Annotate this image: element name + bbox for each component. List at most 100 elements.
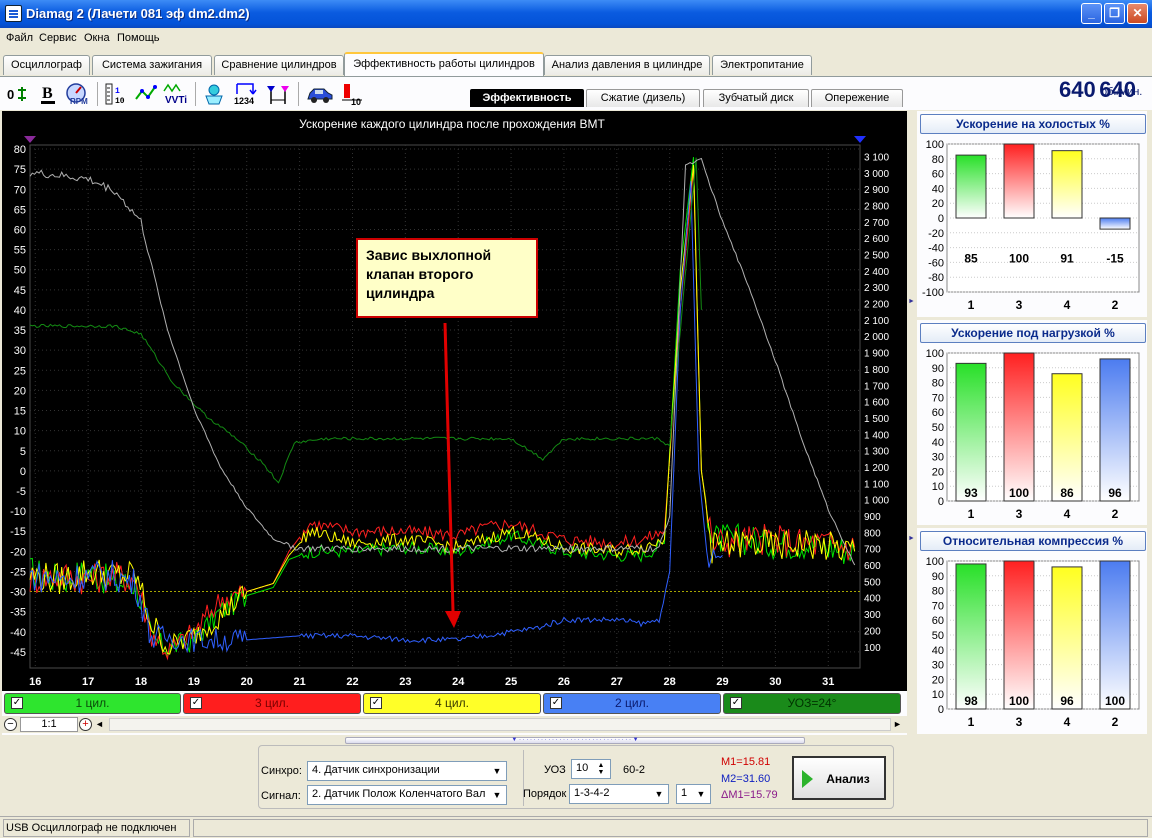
scroll-left-icon[interactable]: ◄ [95, 718, 107, 731]
signal-select[interactable]: 2. Датчик Полож Коленчатого Вал ▼ [307, 785, 507, 805]
bar-3 [1003, 352, 1035, 502]
load-acceleration-title: Ускорение под нагрузкой % [920, 323, 1146, 343]
bar-3 [1003, 560, 1035, 710]
bar-value-label: 96 [1060, 694, 1074, 708]
bar-value-label: 93 [964, 486, 978, 500]
zoom-in-icon[interactable]: + [79, 718, 92, 731]
order-select[interactable]: 1-3-4-2 ▼ [569, 784, 669, 804]
scroll-track[interactable] [109, 718, 891, 731]
y-right-tick-label: 1 600 [864, 398, 889, 409]
y-right-tick-label: 2 800 [864, 201, 889, 212]
acceleration-chart[interactable]: Ускорение каждого цилиндра после прохожд… [2, 111, 907, 691]
zero-icon[interactable]: 0 [4, 81, 32, 107]
y-right-tick-label: 3 100 [864, 152, 889, 163]
y-left-tick-label: 75 [14, 164, 26, 176]
splitter-arrow-icon[interactable]: ► [908, 535, 915, 545]
svg-text:10: 10 [351, 97, 361, 106]
bar-4 [1051, 150, 1083, 219]
maximize-button[interactable]: ❐ [1104, 3, 1125, 24]
rpm-unit: об./мин. [1101, 86, 1143, 98]
x-tick-label: 18 [135, 676, 147, 688]
y-left-tick-label: 40 [14, 305, 26, 317]
legend-item-4[interactable]: ✓ 2 цил. [543, 693, 721, 714]
bar-tick-label: 10 [932, 481, 944, 493]
order-number-select[interactable]: 1 ▼ [676, 784, 711, 804]
menu-file[interactable]: Файл [6, 32, 33, 44]
idle-acceleration-title: Ускорение на холостых % [920, 114, 1146, 134]
legend-checkbox[interactable]: ✓ [370, 697, 382, 709]
chart-title: Ускорение каждого цилиндра после прохожд… [299, 117, 605, 131]
order-label: Порядок [523, 788, 567, 800]
legend-item-5[interactable]: ✓ УОЗ=24° [723, 693, 901, 714]
bold-b-icon[interactable]: B [34, 81, 62, 107]
subtab-efficiency[interactable]: Эффективность [470, 89, 584, 107]
app-icon [5, 5, 22, 22]
legend-checkbox[interactable]: ✓ [550, 697, 562, 709]
scroll-right-icon[interactable]: ► [893, 718, 905, 731]
tab-ignition[interactable]: Система зажигания [92, 55, 212, 75]
bar-tick-label: 50 [932, 422, 944, 434]
legend-item-1[interactable]: ✓ 1 цил. [4, 693, 181, 714]
uoz-label: УОЗ [544, 764, 566, 776]
minimize-button[interactable]: _ [1081, 3, 1102, 24]
tab-cylinder-compare[interactable]: Сравнение цилиндров [214, 55, 344, 75]
bar-category-label: 1 [968, 298, 975, 312]
bar-tick-label: -80 [928, 272, 944, 284]
y-left-tick-label: -35 [10, 607, 26, 619]
menu-windows[interactable]: Окна [84, 32, 110, 44]
status-text: USB Осциллограф не подключен [3, 819, 190, 837]
y-left-tick-label: -30 [10, 587, 26, 599]
y-left-tick-label: 20 [14, 385, 26, 397]
vvti-icon[interactable]: VVTi [162, 81, 190, 107]
sync-label: Синхро: [261, 765, 302, 777]
zoom-out-icon[interactable]: − [4, 718, 17, 731]
subtab-compression-diesel[interactable]: Сжатие (дизель) [586, 89, 700, 107]
subtab-toothed-disk[interactable]: Зубчатый диск [703, 89, 809, 107]
analyze-button[interactable]: Анализ [792, 756, 886, 800]
y-left-tick-label: 35 [14, 325, 26, 337]
x-tick-label: 22 [346, 676, 358, 688]
tab-oscilloscope[interactable]: Осциллограф [3, 55, 90, 75]
sync-select[interactable]: 4. Датчик синхронизации ▼ [307, 761, 507, 781]
cylinder-icon[interactable] [200, 81, 228, 107]
panel-collapse-handle[interactable]: ▼ · · · · · · · · · · · · · · · · · · · … [345, 737, 805, 744]
legend-checkbox[interactable]: ✓ [11, 697, 23, 709]
x-tick-label: 19 [188, 676, 200, 688]
legend-item-2[interactable]: ✓ 3 цил. [183, 693, 361, 714]
legend-checkbox[interactable]: ✓ [190, 697, 202, 709]
menu-service[interactable]: Сервис [39, 32, 77, 44]
svg-text:VVTi: VVTi [165, 95, 187, 105]
ruler-icon[interactable]: 1 10 [102, 81, 130, 107]
idle-acceleration-panel: Ускорение на холостых % 100 80 60 40 20 0 -20 -… [917, 111, 1147, 317]
splitter-arrow-icon[interactable]: ► [908, 298, 915, 308]
marker-m2: M2=31.60 [721, 773, 771, 785]
points-icon[interactable] [132, 81, 160, 107]
bar-value-label: 86 [1060, 486, 1074, 500]
y-left-tick-label: 25 [14, 365, 26, 377]
y-right-tick-label: 500 [864, 577, 881, 588]
car-icon[interactable] [306, 81, 334, 107]
y-right-tick-label: 1 500 [864, 414, 889, 425]
y-left-tick-label: 30 [14, 345, 26, 357]
legend-checkbox[interactable]: ✓ [730, 697, 742, 709]
tab-cylinder-efficiency[interactable]: Эффективность работы цилиндров [344, 52, 544, 76]
numbers-1234-icon[interactable]: 1234 [232, 81, 260, 107]
close-button[interactable]: ✕ [1127, 3, 1148, 24]
horizontal-scrollbar[interactable]: − 1:1 + ◄ ► [2, 716, 907, 733]
rpm-icon[interactable]: RPM [64, 81, 92, 107]
x-tick-label: 23 [399, 676, 411, 688]
svg-text:B: B [42, 85, 53, 102]
tab-pressure-analysis[interactable]: Анализ давления в цилиндре [544, 55, 710, 75]
bar-tick-label: 10 [932, 689, 944, 701]
menu-help[interactable]: Помощь [117, 32, 160, 44]
legend-item-3[interactable]: ✓ 4 цил. [363, 693, 541, 714]
uoz-spinner[interactable]: 10 ▲ ▼ [571, 759, 611, 779]
marker-icon[interactable] [264, 81, 292, 107]
x-tick-label: 31 [822, 676, 834, 688]
bar-10-icon[interactable]: 10 [338, 81, 366, 107]
subtab-advance[interactable]: Опережение [811, 89, 903, 107]
legend-label: 4 цил. [435, 696, 469, 710]
wheel-type: 60-2 [623, 764, 646, 776]
tab-power-supply[interactable]: Электропитание [712, 55, 812, 75]
window-title: Diamag 2 (Лачети 081 эф dm2.dm2) [26, 6, 250, 21]
